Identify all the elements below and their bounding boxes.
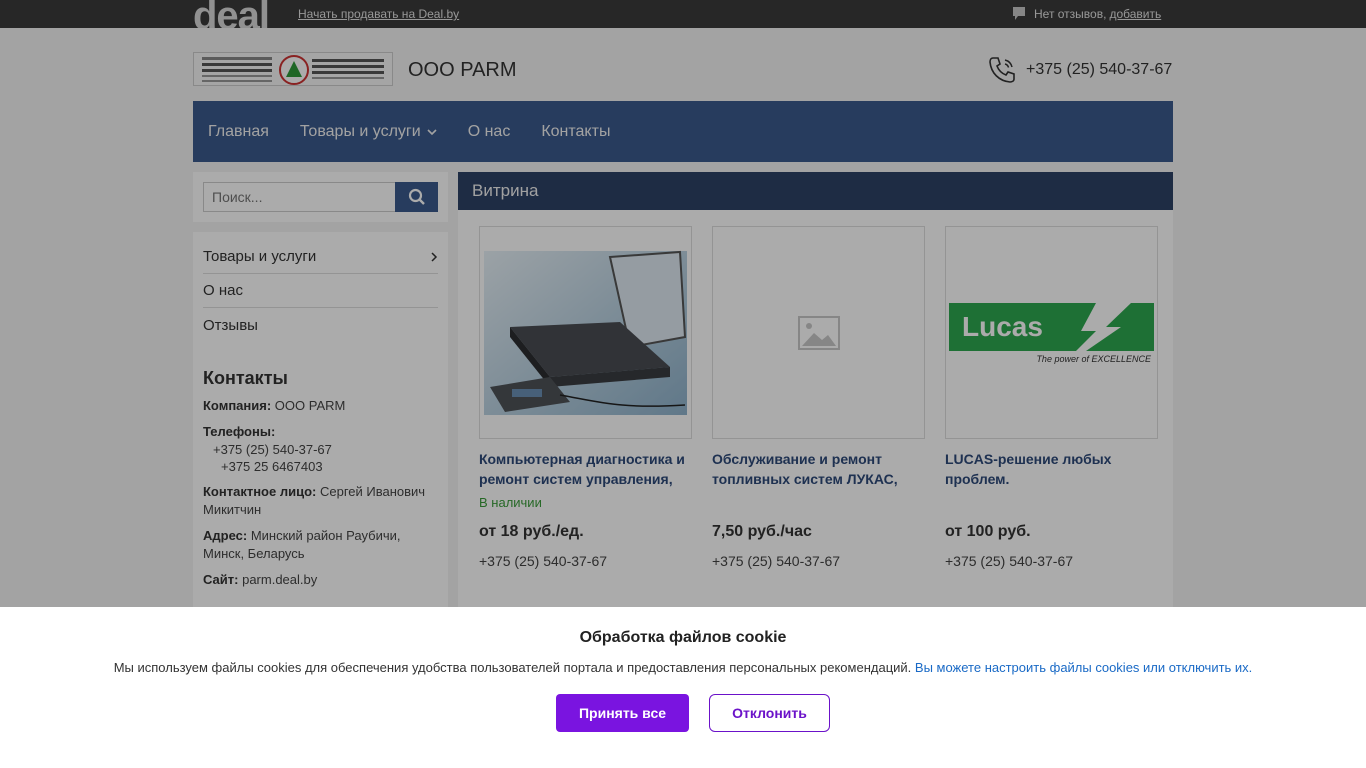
accept-all-button[interactable]: Принять все: [556, 694, 689, 732]
cookie-text: Мы используем файлы cookies для обеспече…: [113, 660, 912, 675]
cookie-title: Обработка файлов cookie: [579, 629, 787, 646]
cookie-banner: Обработка файлов cookie Мы используем фа…: [0, 607, 1366, 768]
cookie-text-block: Мы используем файлы cookies для обеспече…: [0, 660, 1366, 675]
page-overlay: [0, 0, 1366, 607]
cookie-settings-link[interactable]: Вы можете настроить файлы cookies или от…: [915, 660, 1252, 675]
decline-button[interactable]: Отклонить: [709, 694, 830, 732]
